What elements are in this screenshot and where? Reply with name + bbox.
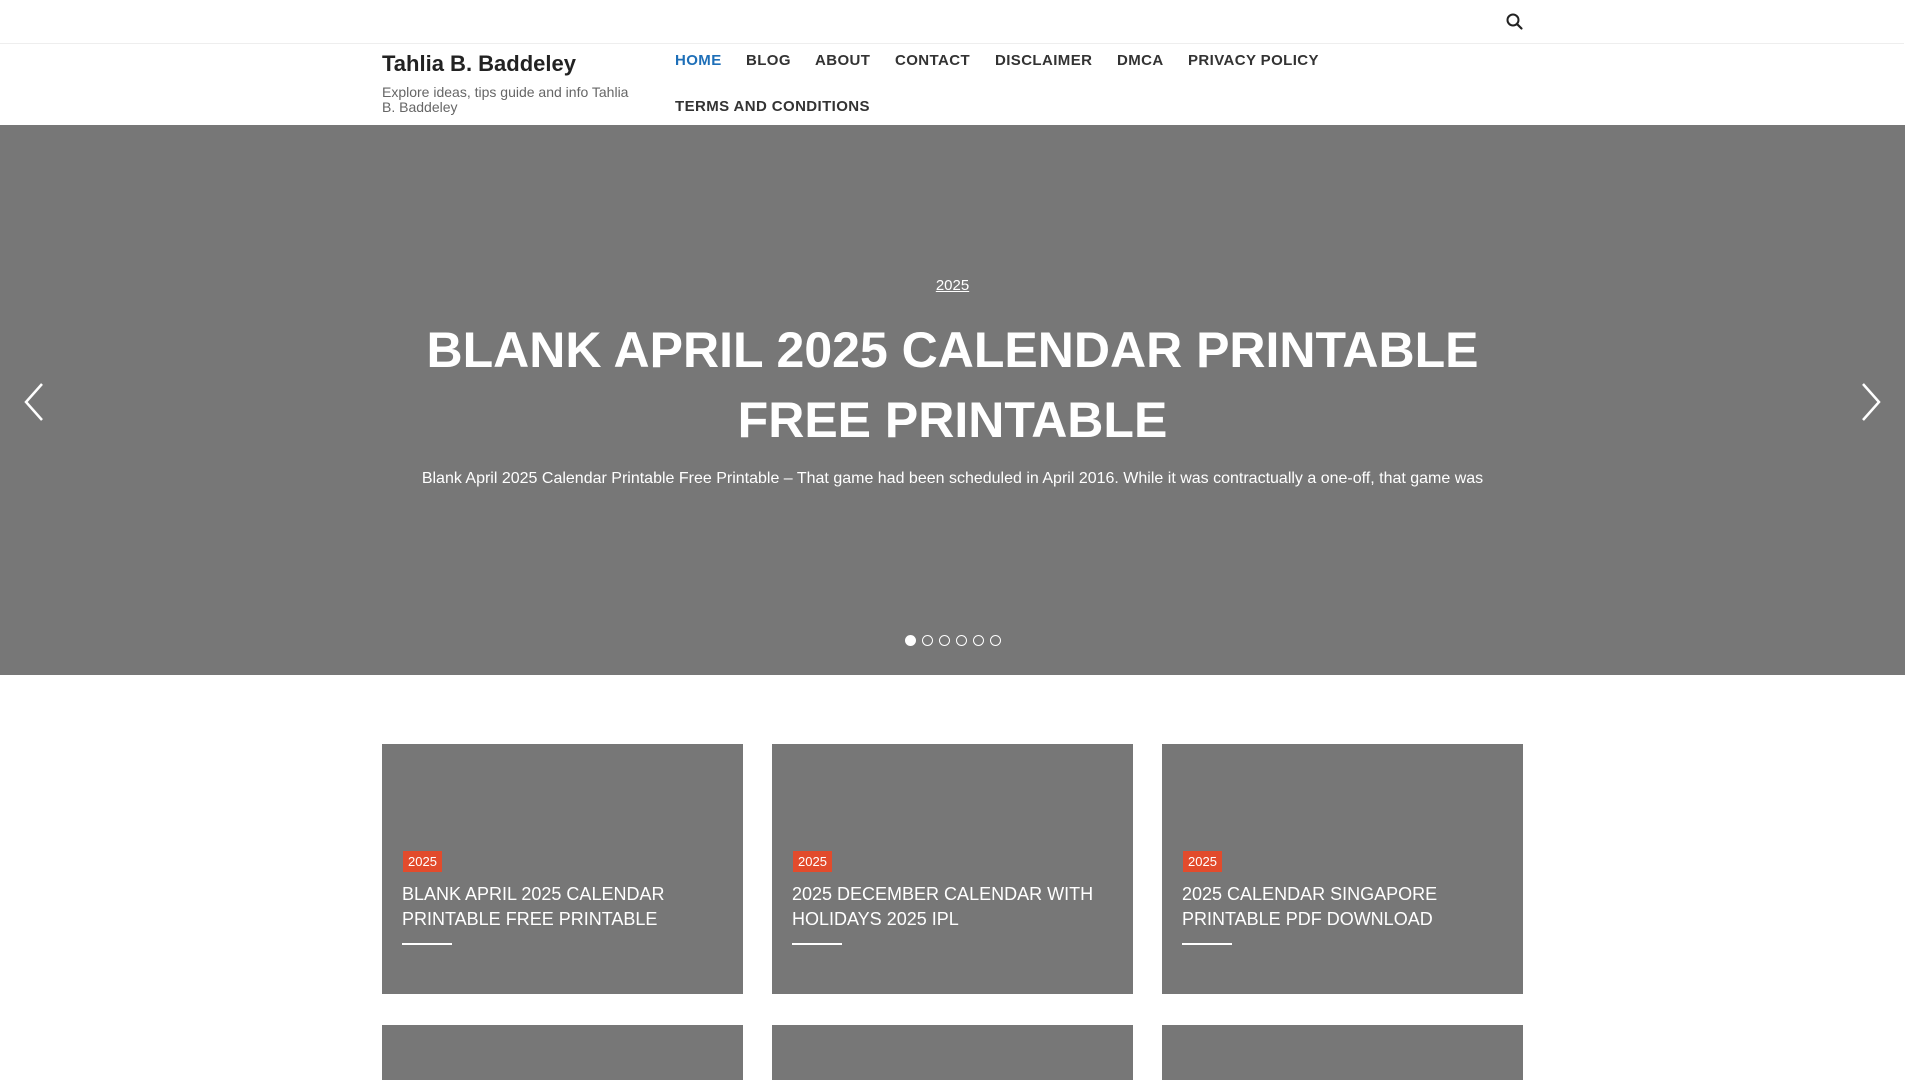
category-badge[interactable]: 2025 [403, 851, 442, 872]
post-card-title[interactable]: 2025 CALENDAR SINGAPORE PRINTABLE PDF DO… [1182, 882, 1502, 932]
title-underline [1182, 943, 1232, 945]
search-button[interactable] [1504, 11, 1526, 33]
site-title[interactable]: Tahlia B. Baddeley [382, 51, 576, 77]
chevron-right-icon [1862, 383, 1881, 421]
site-description: Explore ideas, tips guide and info Tahli… [382, 84, 629, 115]
slide-category-link[interactable]: 2025 [936, 277, 969, 294]
slider-prev-button[interactable] [18, 380, 50, 424]
slider-dot-1[interactable] [904, 635, 916, 646]
search-icon [1506, 13, 1523, 30]
post-card[interactable]: 2025 2025 CALENDAR SINGAPORE PRINTABLE P… [1162, 744, 1523, 994]
category-badge[interactable]: 2025 [1183, 851, 1222, 872]
nav-item-contact[interactable]: CONTACT [895, 52, 970, 69]
nav-item-dmca[interactable]: DMCA [1117, 52, 1164, 69]
slider-dot-4[interactable] [955, 635, 967, 646]
slide-excerpt: Blank April 2025 Calendar Printable Free… [421, 470, 1484, 487]
post-card[interactable] [382, 1025, 743, 1080]
post-card[interactable]: 2025 BLANK APRIL 2025 CALENDAR PRINTABLE… [382, 744, 743, 994]
slider-dot-6[interactable] [989, 635, 1001, 646]
top-bar [0, 0, 1904, 44]
category-badge[interactable]: 2025 [793, 851, 832, 872]
post-card-title[interactable]: BLANK APRIL 2025 CALENDAR PRINTABLE FREE… [402, 882, 722, 932]
slide-title[interactable]: BLANK APRIL 2025 CALENDAR PRINTABLE FREE… [400, 315, 1505, 455]
chevron-left-icon [24, 383, 43, 421]
slider-dot-5[interactable] [972, 635, 984, 646]
nav-item-home[interactable]: HOME [675, 52, 722, 69]
title-underline [792, 943, 842, 945]
title-underline [402, 943, 452, 945]
post-card[interactable] [1162, 1025, 1523, 1080]
nav-item-about[interactable]: ABOUT [815, 52, 870, 69]
slider-dot-3[interactable] [938, 635, 950, 646]
hero-slider: 2025 BLANK APRIL 2025 CALENDAR PRINTABLE… [0, 125, 1905, 675]
slider-dot-2[interactable] [921, 635, 933, 646]
nav-item-terms-and-conditions[interactable]: TERMS AND CONDITIONS [675, 98, 870, 115]
nav-item-privacy-policy[interactable]: PRIVACY POLICY [1188, 52, 1319, 69]
post-card-title[interactable]: 2025 DECEMBER CALENDAR WITH HOLIDAYS 202… [792, 882, 1112, 932]
post-card[interactable] [772, 1025, 1133, 1080]
slider-next-button[interactable] [1855, 380, 1887, 424]
post-card[interactable]: 2025 2025 DECEMBER CALENDAR WITH HOLIDAY… [772, 744, 1133, 994]
nav-item-disclaimer[interactable]: DISCLAIMER [995, 52, 1092, 69]
nav-item-blog[interactable]: BLOG [746, 52, 791, 69]
slider-pagination [0, 635, 1905, 646]
